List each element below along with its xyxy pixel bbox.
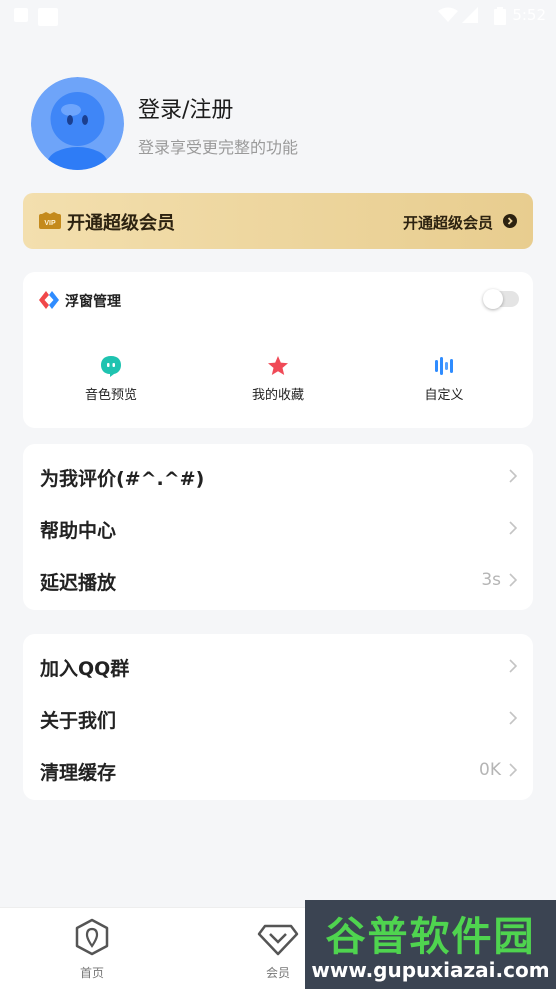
feature-label: 我的收藏 [251, 388, 304, 403]
diamond-icon [257, 924, 299, 956]
status-bar: 5:52 [0, 0, 556, 30]
star-icon [268, 356, 288, 375]
feature-voice-preview[interactable]: 音色预览 [51, 354, 171, 403]
svg-text:VIP: VIP [44, 220, 56, 227]
feature-custom[interactable]: 自定义 [384, 354, 504, 403]
notification-icon [14, 8, 28, 22]
login-subtitle: 登录享受更完整的功能 [138, 138, 299, 157]
menu-item-rate-us[interactable]: 为我评价(#^.^#) [23, 450, 533, 502]
float-window-logo-icon [39, 291, 59, 309]
menu-item-value: 3s [481, 570, 501, 590]
status-time: 5:52 [512, 6, 546, 24]
chevron-right-icon [509, 469, 517, 483]
menu-item-label: 延迟播放 [40, 572, 117, 594]
soundwave-icon [435, 357, 453, 375]
chevron-right-icon [509, 763, 517, 777]
menu-item-join-qq[interactable]: 加入QQ群 [23, 640, 533, 692]
chevron-right-icon [509, 573, 517, 587]
chevron-right-icon [509, 521, 517, 535]
wifi-icon [438, 7, 458, 22]
feature-my-favorites[interactable]: 我的收藏 [218, 354, 338, 403]
feature-label: 自定义 [424, 388, 464, 403]
float-window-title: 浮窗管理 [65, 294, 121, 310]
chat-bubble-icon [101, 356, 121, 377]
menu-item-label: 加入QQ群 [40, 658, 130, 680]
menu-item-label: 帮助中心 [40, 520, 117, 542]
menu-item-clear-cache[interactable]: 清理缓存 0K [23, 744, 533, 796]
menu-item-help-center[interactable]: 帮助中心 [23, 502, 533, 554]
vip-icon: VIP [39, 212, 61, 229]
menu-group-2: 加入QQ群 关于我们 清理缓存 0K [23, 634, 533, 800]
chevron-right-icon [509, 659, 517, 673]
vip-banner[interactable]: VIP 开通超级会员 开通超级会员 [23, 193, 533, 249]
battery-icon [494, 7, 506, 25]
menu-group-1: 为我评价(#^.^#) 帮助中心 延迟播放 3s [23, 444, 533, 610]
menu-item-label: 为我评价(#^.^#) [40, 468, 205, 490]
vip-label: 开通超级会员 [67, 213, 175, 234]
watermark-title: 谷普软件园 [325, 914, 536, 960]
watermark-url: www.gupuxiazai.com [311, 958, 550, 982]
feature-label: 音色预览 [84, 388, 137, 403]
home-icon [75, 918, 109, 956]
signal-icon [462, 7, 478, 23]
tab-label: 首页 [79, 966, 104, 980]
notification-icon-2 [38, 8, 58, 26]
avatar[interactable] [31, 77, 124, 170]
tab-home[interactable]: 首页 [52, 916, 132, 981]
menu-item-value: 0K [479, 760, 501, 780]
site-watermark: 谷普软件园 www.gupuxiazai.com [305, 900, 556, 989]
chevron-right-icon [509, 711, 517, 725]
arrow-circle-icon[interactable] [503, 214, 517, 228]
menu-item-label: 清理缓存 [40, 762, 117, 784]
vip-action-link[interactable]: 开通超级会员 [403, 212, 493, 233]
menu-item-delay-play[interactable]: 延迟播放 3s [23, 554, 533, 606]
float-window-card: 浮窗管理 音色预览 我的收藏 自定义 [23, 272, 533, 428]
menu-item-label: 关于我们 [40, 710, 117, 732]
float-window-toggle[interactable] [483, 289, 519, 309]
login-title[interactable]: 登录/注册 [138, 92, 233, 124]
menu-item-about-us[interactable]: 关于我们 [23, 692, 533, 744]
